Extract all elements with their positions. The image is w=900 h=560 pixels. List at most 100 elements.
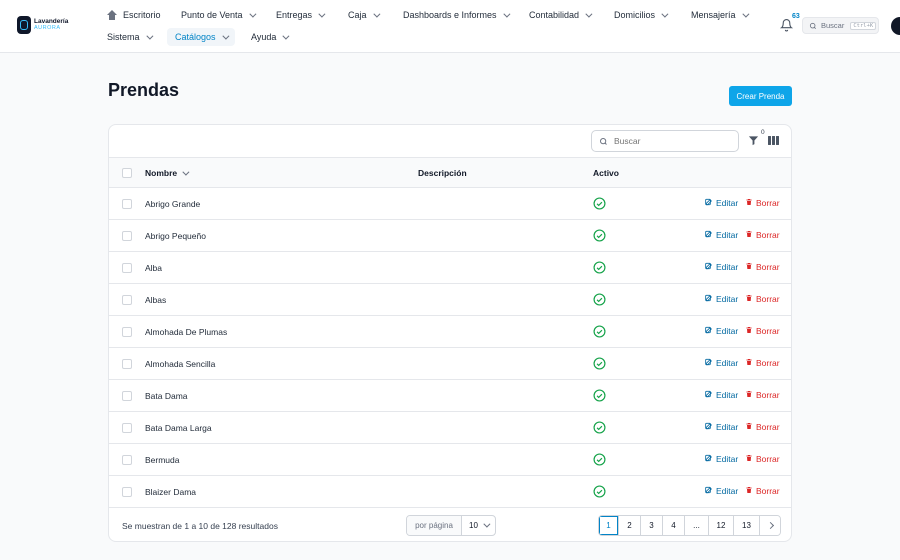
nav-sistema[interactable]: Sistema [107, 28, 153, 46]
filter-icon[interactable] [748, 135, 759, 146]
edit-icon [705, 486, 713, 496]
page-button[interactable]: 3 [641, 516, 663, 535]
table-row: Almohada Sencilla Editar Borrar [109, 348, 791, 380]
edit-icon [705, 230, 713, 240]
table-search[interactable] [591, 130, 739, 152]
edit-icon [705, 262, 713, 272]
nav-entregas[interactable]: Entregas [276, 6, 326, 24]
edit-button[interactable]: Editar [705, 454, 738, 464]
chevron-down-icon [741, 10, 749, 18]
columns-icon[interactable] [768, 136, 779, 145]
delete-button[interactable]: Borrar [745, 262, 780, 272]
edit-button[interactable]: Editar [705, 326, 738, 336]
active-check-icon [593, 261, 606, 274]
row-name: Almohada De Plumas [145, 327, 228, 337]
delete-button[interactable]: Borrar [745, 230, 780, 240]
results-summary: Se muestran de 1 a 10 de 128 resultados [122, 521, 278, 531]
edit-button[interactable]: Editar [705, 294, 738, 304]
edit-icon [705, 198, 713, 208]
search-icon [600, 137, 607, 145]
global-search-button[interactable]: Buscar Ctrl+K [802, 17, 879, 34]
notifications-bell-icon[interactable] [779, 18, 794, 32]
chevron-down-icon [372, 10, 380, 18]
chevron-down-icon [661, 10, 669, 18]
trash-icon [745, 358, 753, 368]
delete-button[interactable]: Borrar [745, 486, 780, 496]
chevron-down-icon [502, 10, 510, 18]
chevron-right-icon [766, 521, 774, 530]
trash-icon [745, 486, 753, 496]
edit-icon [705, 294, 713, 304]
edit-button[interactable]: Editar [705, 230, 738, 240]
row-checkbox[interactable] [122, 231, 132, 241]
create-prenda-button[interactable]: Crear Prenda [729, 86, 792, 106]
table-row: Almohada De Plumas Editar Borrar [109, 316, 791, 348]
table-row: Alba Editar Borrar [109, 252, 791, 284]
nav-escritorio[interactable]: Escritorio [107, 6, 161, 24]
chevron-down-icon [282, 32, 290, 40]
page-button[interactable]: 13 [734, 516, 760, 535]
row-checkbox[interactable] [122, 263, 132, 273]
trash-icon [745, 262, 753, 272]
nav-dashboards-informes[interactable]: Dashboards e Informes [403, 6, 510, 24]
row-checkbox[interactable] [122, 487, 132, 497]
delete-button[interactable]: Borrar [745, 390, 780, 400]
nav-punto-de-venta[interactable]: Punto de Venta [181, 6, 257, 24]
global-search-label: Buscar [821, 21, 845, 30]
row-checkbox[interactable] [122, 455, 132, 465]
nav-catalogos[interactable]: Catálogos [167, 28, 235, 46]
edit-button[interactable]: Editar [705, 262, 738, 272]
active-check-icon [593, 389, 606, 402]
filter-count-badge: 0 [761, 129, 765, 136]
logo-icon [17, 16, 31, 34]
edit-button[interactable]: Editar [705, 486, 738, 496]
row-checkbox[interactable] [122, 423, 132, 433]
column-header-activo: Activo [593, 168, 619, 178]
page-button[interactable]: 1 [599, 516, 619, 535]
row-checkbox[interactable] [122, 391, 132, 401]
delete-button[interactable]: Borrar [745, 326, 780, 336]
pagination-ellipsis: ... [685, 516, 709, 535]
table-row: Abrigo Grande Editar Borrar [109, 188, 791, 220]
column-header-nombre[interactable]: Nombre [145, 168, 190, 178]
table-header: Nombre Descripción Activo [109, 158, 791, 188]
trash-icon [745, 390, 753, 400]
active-check-icon [593, 453, 606, 466]
row-checkbox[interactable] [122, 327, 132, 337]
search-icon [809, 22, 816, 29]
table-search-input[interactable] [614, 136, 724, 146]
delete-button[interactable]: Borrar [745, 358, 780, 368]
row-name: Abrigo Grande [145, 199, 201, 209]
home-icon [107, 10, 117, 20]
edit-button[interactable]: Editar [705, 358, 738, 368]
brand-logo[interactable]: Lavandería AURORA [17, 16, 68, 34]
page-button[interactable]: 2 [619, 516, 641, 535]
edit-button[interactable]: Editar [705, 198, 738, 208]
row-checkbox[interactable] [122, 295, 132, 305]
next-page-button[interactable] [760, 516, 780, 535]
table-row: Bata Dama Editar Borrar [109, 380, 791, 412]
table-row: Bata Dama Larga Editar Borrar [109, 412, 791, 444]
nav-caja[interactable]: Caja [348, 6, 380, 24]
nav-contabilidad[interactable]: Contabilidad [529, 6, 593, 24]
delete-button[interactable]: Borrar [745, 422, 780, 432]
nav-ayuda[interactable]: Ayuda [251, 28, 290, 46]
page-button[interactable]: 4 [663, 516, 685, 535]
per-page-select[interactable]: por página 10 [406, 515, 496, 536]
page-button[interactable]: 12 [709, 516, 734, 535]
delete-button[interactable]: Borrar [745, 454, 780, 464]
nav-domicilios[interactable]: Domicilios [614, 6, 669, 24]
edit-button[interactable]: Editar [705, 390, 738, 400]
user-avatar[interactable] [891, 17, 900, 35]
delete-button[interactable]: Borrar [745, 294, 780, 304]
delete-button[interactable]: Borrar [745, 198, 780, 208]
edit-button[interactable]: Editar [705, 422, 738, 432]
row-name: Blaizer Dama [145, 487, 197, 497]
row-checkbox[interactable] [122, 199, 132, 209]
trash-icon [745, 422, 753, 432]
chevron-down-icon [145, 32, 153, 40]
nav-mensajeria[interactable]: Mensajería [691, 6, 749, 24]
prendas-table-card: 0 Nombre Descripción Activo Abrigo Grand… [108, 124, 792, 542]
select-all-checkbox[interactable] [122, 168, 132, 178]
row-checkbox[interactable] [122, 359, 132, 369]
